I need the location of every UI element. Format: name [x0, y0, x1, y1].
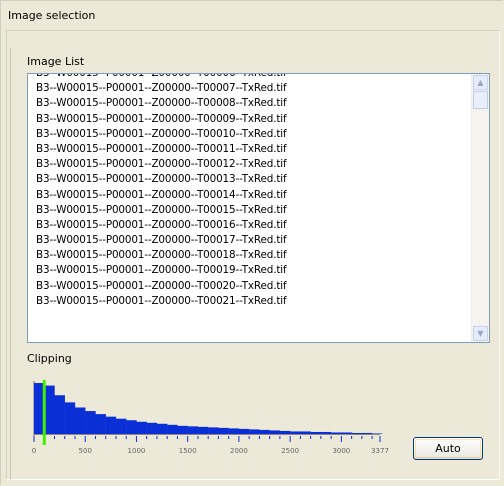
histogram-bar [156, 423, 168, 434]
list-item[interactable]: B3--W00015--P00001--Z00000--T00018--TxRe… [36, 248, 466, 263]
histogram-bar [136, 421, 147, 434]
list-item[interactable]: B3--W00015--P00001--Z00000--T00015--TxRe… [36, 203, 466, 218]
list-item[interactable]: B3--W00015--P00001--Z00000--T00006--TxRe… [36, 74, 466, 81]
scroll-thumb[interactable] [473, 91, 488, 109]
list-item[interactable]: B3--W00015--P00001--Z00000--T00008--TxRe… [36, 96, 466, 111]
histogram-bar [208, 427, 219, 434]
histogram-bar [197, 426, 209, 434]
list-item[interactable]: B3--W00015--P00001--Z00000--T00017--TxRe… [36, 233, 466, 248]
list-item[interactable]: B3--W00015--P00001--Z00000--T00011--TxRe… [36, 142, 466, 157]
histogram-tick-label: 1500 [178, 447, 197, 455]
histogram-bar [146, 422, 158, 434]
histogram-tick-label: 2000 [229, 447, 248, 455]
group-divider [10, 48, 11, 480]
histogram-bar [259, 429, 270, 434]
histogram-bar [300, 431, 311, 434]
histogram-bar [167, 424, 178, 434]
clipping-histogram[interactable] [27, 363, 387, 453]
histogram-tick-label: 3000 [332, 447, 351, 455]
histogram-bar [290, 431, 301, 434]
histogram-bar [126, 420, 137, 434]
list-item[interactable]: B3--W00015--P00001--Z00000--T00012--TxRe… [36, 157, 466, 172]
list-item[interactable]: B3--W00015--P00001--Z00000--T00016--TxRe… [36, 218, 466, 233]
list-item[interactable]: B3--W00015--P00001--Z00000--T00007--TxRe… [36, 81, 466, 96]
histogram-tick-label: 2500 [281, 447, 300, 455]
histogram-bar [331, 432, 342, 434]
histogram-bar [372, 433, 383, 434]
histogram-bar [361, 432, 373, 434]
list-item[interactable]: B3--W00015--P00001--Z00000--T00009--TxRe… [36, 112, 466, 127]
auto-button[interactable]: Auto [413, 437, 483, 460]
histogram-tick-label: 1000 [127, 447, 146, 455]
histogram-bar [238, 428, 250, 434]
panel-title: Image selection [8, 9, 96, 22]
histogram-tick-label: 500 [78, 447, 92, 455]
image-list-rows: B3--W00015--P00001--Z00000--T00006--TxRe… [36, 74, 466, 309]
histogram-bar [105, 416, 117, 434]
list-item[interactable]: B3--W00015--P00001--Z00000--T00014--TxRe… [36, 188, 466, 203]
histogram-bar [279, 430, 291, 434]
histogram-bar [249, 429, 260, 434]
histogram-bar [218, 427, 229, 434]
image-list-title: Image List [27, 55, 85, 68]
list-item[interactable]: B3--W00015--P00001--Z00000--T00020--TxRe… [36, 279, 466, 294]
list-item[interactable]: B3--W00015--P00001--Z00000--T00021--TxRe… [36, 294, 466, 309]
histogram-tick-label: 3377 [371, 447, 389, 455]
scroll-up-icon[interactable]: ▲ [473, 75, 488, 90]
list-item[interactable]: B3--W00015--P00001--Z00000--T00013--TxRe… [36, 172, 466, 187]
histogram-bar [228, 428, 240, 434]
scroll-down-icon[interactable]: ▼ [473, 326, 488, 341]
image-listbox[interactable]: B3--W00015--P00001--Z00000--T00006--TxRe… [27, 73, 490, 343]
histogram-tick-label: 0 [31, 447, 37, 455]
histogram-bar [187, 426, 199, 434]
histogram-bar [64, 402, 76, 434]
histogram-bar [85, 411, 96, 434]
histogram-bar [95, 414, 106, 434]
list-item[interactable]: B3--W00015--P00001--Z00000--T00019--TxRe… [36, 263, 466, 278]
histogram-bar [44, 385, 55, 434]
clipping-marker[interactable] [42, 380, 46, 445]
histogram-bar [177, 425, 188, 434]
histogram-bar [54, 395, 65, 434]
histogram-bar [320, 431, 332, 434]
list-item[interactable]: B3--W00015--P00001--Z00000--T00010--TxRe… [36, 127, 466, 142]
list-vertical-scrollbar[interactable]: ▲ ▼ [471, 74, 489, 342]
histogram-bar [74, 407, 86, 434]
histogram-bar [310, 431, 322, 434]
histogram-bar [351, 432, 363, 434]
histogram-bar [269, 430, 281, 434]
histogram-bar [341, 432, 352, 434]
histogram-bar [115, 418, 127, 434]
